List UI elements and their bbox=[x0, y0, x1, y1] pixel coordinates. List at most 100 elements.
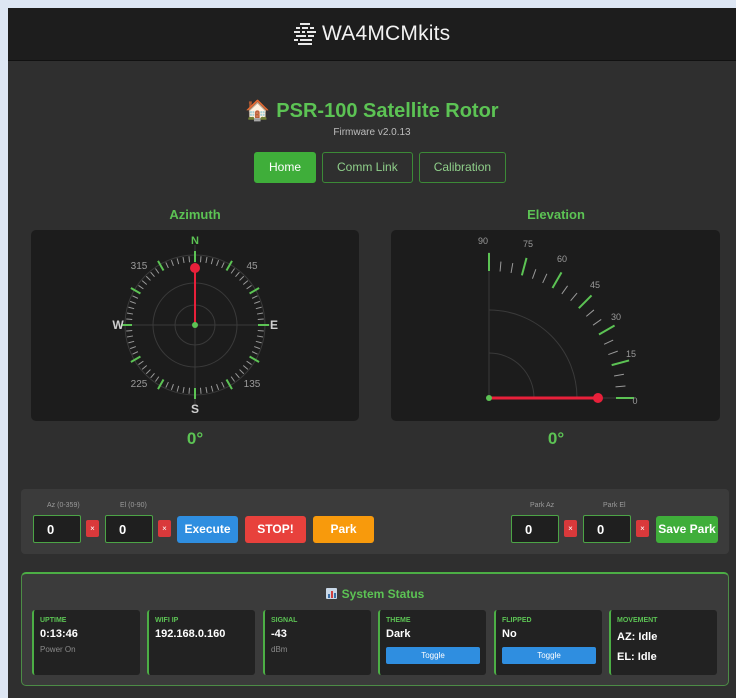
park-az-label: Park Az bbox=[530, 502, 555, 509]
uptime-sub: Power On bbox=[40, 645, 76, 654]
tab-calibration[interactable]: Calibration bbox=[418, 152, 507, 183]
compass-tick bbox=[254, 300, 261, 304]
elevation-tick-30: 30 bbox=[611, 312, 621, 322]
elevation-tick bbox=[578, 294, 593, 309]
wifi-value: 192.168.0.160 bbox=[155, 628, 226, 640]
system-status-title-text: System Status bbox=[341, 587, 425, 601]
compass-tick bbox=[157, 260, 165, 271]
compass-tick bbox=[242, 365, 249, 370]
el-field-label: El (0-90) bbox=[120, 502, 147, 509]
compass-n: N bbox=[191, 235, 199, 247]
compass-s: S bbox=[191, 402, 199, 416]
park-az-input[interactable] bbox=[511, 515, 559, 543]
park-el-clear-button[interactable]: × bbox=[636, 520, 649, 537]
save-park-button[interactable]: Save Park bbox=[656, 516, 718, 543]
compass-tick bbox=[225, 260, 233, 271]
compass-tick bbox=[165, 262, 169, 269]
compass-tick-315: 315 bbox=[131, 261, 148, 272]
compass-tick bbox=[256, 335, 264, 338]
elevation-needle-tip bbox=[593, 393, 603, 403]
compass-tick bbox=[255, 306, 262, 310]
compass-tick bbox=[221, 262, 225, 269]
elevation-origin-dot bbox=[486, 395, 492, 401]
azimuth-needle-tip bbox=[190, 263, 200, 273]
compass-tick bbox=[176, 258, 180, 265]
compass-tick bbox=[150, 271, 155, 278]
park-el-input[interactable] bbox=[583, 515, 631, 543]
theme-toggle-button[interactable]: Toggle bbox=[386, 647, 480, 664]
movement-key: MOVEMENT bbox=[617, 617, 658, 624]
elevation-tick bbox=[608, 350, 618, 356]
compass-tick bbox=[176, 385, 180, 392]
elevation-tick-0: 0 bbox=[632, 396, 637, 406]
theme-value: Dark bbox=[386, 628, 411, 640]
azimuth-value: 0° bbox=[186, 429, 204, 448]
azimuth-center-dot bbox=[192, 322, 198, 328]
compass-tick bbox=[225, 379, 233, 390]
compass-tick bbox=[157, 379, 165, 390]
top-bar: WA4MCMkits bbox=[8, 8, 736, 61]
tab-home[interactable]: Home bbox=[254, 152, 317, 183]
compass-tick bbox=[182, 256, 185, 264]
elevation-value: 0° bbox=[547, 429, 565, 448]
compass-tick bbox=[199, 256, 202, 263]
elevation-tick bbox=[499, 261, 502, 272]
compass-tick bbox=[138, 285, 144, 290]
elevation-label: Elevation bbox=[527, 207, 585, 222]
compass-tick bbox=[246, 360, 252, 365]
elevation-tick bbox=[551, 271, 563, 289]
compass-tick bbox=[129, 300, 136, 304]
compass-tick bbox=[128, 306, 135, 310]
azimuth-label: Azimuth bbox=[169, 207, 221, 222]
az-clear-button[interactable]: × bbox=[86, 520, 99, 537]
park-az-clear-button[interactable]: × bbox=[564, 520, 577, 537]
elevation-tick-60: 60 bbox=[557, 254, 567, 264]
compass-tick bbox=[188, 387, 191, 394]
flipped-key: FLIPPED bbox=[502, 617, 532, 624]
az-input[interactable] bbox=[33, 515, 81, 543]
compass-tick bbox=[210, 258, 214, 265]
system-status-panel: System Status UPTIME 0:13:46 Power On WI… bbox=[21, 572, 729, 686]
park-button[interactable]: Park bbox=[313, 516, 374, 543]
signal-value: -43 bbox=[271, 628, 287, 640]
compass-tick bbox=[235, 271, 240, 278]
brand[interactable]: WA4MCMkits bbox=[294, 16, 450, 52]
bar-chart-icon bbox=[325, 588, 337, 599]
compass-tick bbox=[141, 280, 148, 285]
elevation-tick bbox=[598, 324, 616, 336]
compass-tick bbox=[126, 335, 134, 338]
compass-tick bbox=[221, 381, 225, 388]
execute-button[interactable]: Execute bbox=[177, 516, 238, 543]
compass-tick bbox=[129, 346, 136, 350]
uptime-key: UPTIME bbox=[40, 617, 67, 624]
compass-tick bbox=[128, 340, 135, 344]
compass-tick bbox=[170, 259, 174, 266]
compass-tick bbox=[145, 275, 151, 281]
page-title: 🏠 PSR-100 Satellite Rotor bbox=[8, 98, 736, 123]
compass-tick bbox=[216, 384, 220, 391]
nav-tabs: Home Comm Link Calibration bbox=[254, 152, 507, 183]
app-window: WA4MCMkits 🏠 PSR-100 Satellite Rotor Firm… bbox=[8, 8, 736, 698]
elevation-tick bbox=[592, 319, 602, 326]
wifi-card: WIFI IP 192.168.0.160 bbox=[147, 610, 255, 675]
movement-card: MOVEMENT AZ: Idle EL: Idle bbox=[609, 610, 717, 675]
stop-button[interactable]: STOP! bbox=[245, 516, 306, 543]
compass-tick bbox=[239, 275, 245, 281]
page-title-text: PSR-100 Satellite Rotor bbox=[276, 100, 499, 122]
elevation-tick bbox=[603, 339, 614, 345]
compass-tick bbox=[257, 318, 264, 321]
elevation-gauge: 90 75 60 45 30 15 0 bbox=[391, 230, 720, 421]
el-input[interactable] bbox=[105, 515, 153, 543]
elevation-tick bbox=[531, 269, 537, 279]
movement-el: EL: Idle bbox=[617, 651, 657, 663]
firmware-version: Firmware v2.0.13 bbox=[333, 127, 411, 138]
flipped-toggle-button[interactable]: Toggle bbox=[502, 647, 596, 664]
compass-tick bbox=[210, 385, 214, 392]
wifi-key: WIFI IP bbox=[155, 617, 179, 624]
compass-tick bbox=[239, 369, 245, 375]
tab-comm-link[interactable]: Comm Link bbox=[322, 152, 413, 183]
el-clear-button[interactable]: × bbox=[158, 520, 171, 537]
compass-tick bbox=[251, 351, 258, 355]
uptime-card: UPTIME 0:13:46 Power On bbox=[32, 610, 140, 675]
compass-tick bbox=[249, 355, 260, 363]
